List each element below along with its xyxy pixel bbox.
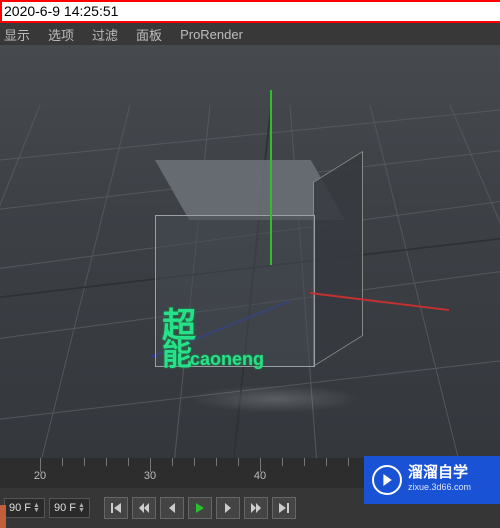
timestamp-overlay: 2020-6-9 14:25:51 [0,0,500,23]
timeline-tick [282,458,283,466]
start-frame-value: 90 F [9,502,31,514]
cube-text-line2: 能 [162,339,190,372]
prev-key-button[interactable] [132,497,156,519]
left-edge-accent [0,505,6,528]
play-button[interactable] [188,497,212,519]
cube-text-latin: caoneng [190,349,264,369]
stepper-arrows-icon[interactable]: ▲▼ [33,503,40,513]
viewport-menubar: 显示 选项 过滤 面板 ProRender [0,23,500,45]
3d-viewport[interactable]: 超 能caoneng [0,45,500,458]
timeline-tick [172,458,173,466]
timeline-tick [326,458,327,466]
watermark-brand: 溜溜自学 [408,466,471,480]
timeline-tick [62,458,63,466]
next-frame-button[interactable] [216,497,240,519]
timeline-tick [238,458,239,466]
stepper-arrows-icon[interactable]: ▲▼ [78,503,85,513]
watermark-play-icon [372,465,402,495]
goto-start-button[interactable] [104,497,128,519]
axis-y [270,90,272,265]
timeline-tick-label: 40 [254,470,266,482]
timestamp-text: 2020-6-9 14:25:51 [4,3,118,19]
timeline-tick [348,458,349,466]
timeline-tick [304,458,305,466]
timeline-tick [216,458,217,466]
start-frame-field[interactable]: 90 F ▲▼ [4,498,45,518]
cube-text-line1: 超 [162,311,264,341]
menu-filter[interactable]: 过滤 [92,25,118,44]
prev-frame-button[interactable] [160,497,184,519]
goto-end-button[interactable] [272,497,296,519]
menu-display[interactable]: 显示 [4,25,30,44]
cube-object[interactable]: 超 能caoneng [155,160,345,365]
timeline-tick [194,458,195,466]
watermark-url: zixue.3d66.com [408,480,471,494]
timeline-tick [128,458,129,466]
menu-options[interactable]: 选项 [48,25,74,44]
end-frame-field[interactable]: 90 F ▲▼ [49,498,90,518]
cube-text: 超 能caoneng [162,311,264,374]
menu-prorender[interactable]: ProRender [180,27,243,42]
timeline-tick-label: 20 [34,470,46,482]
end-frame-value: 90 F [54,502,76,514]
cube-face-side [313,151,363,367]
cube-face-front: 超 能caoneng [155,215,315,367]
timeline-tick [84,458,85,466]
watermark-badge: 溜溜自学 zixue.3d66.com [364,456,500,504]
next-key-button[interactable] [244,497,268,519]
floor-highlight [190,385,360,413]
timeline-tick-label: 30 [144,470,156,482]
timeline-tick [106,458,107,466]
menu-panel[interactable]: 面板 [136,25,162,44]
